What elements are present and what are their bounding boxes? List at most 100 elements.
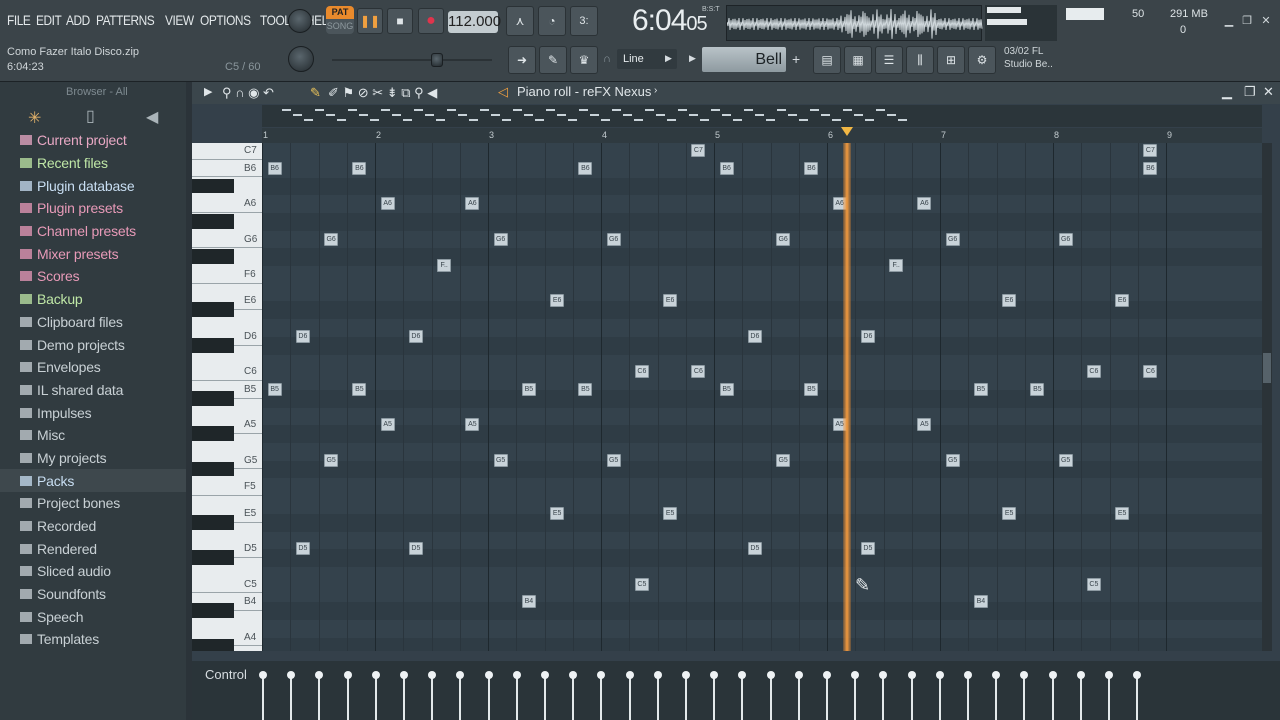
- pause-button[interactable]: ❚❚: [357, 8, 383, 34]
- menu-add[interactable]: ADD: [66, 12, 90, 28]
- note[interactable]: A6: [465, 197, 480, 211]
- browser-item[interactable]: Recent files: [0, 152, 186, 175]
- note[interactable]: C6: [634, 365, 649, 379]
- star-icon[interactable]: ✳: [28, 108, 41, 128]
- velocity-stalk[interactable]: [879, 671, 888, 720]
- browser-item[interactable]: Packs: [0, 469, 186, 492]
- note[interactable]: E6: [1002, 294, 1017, 308]
- note[interactable]: C5: [634, 577, 649, 591]
- velocity-stalk[interactable]: [710, 671, 719, 720]
- speaker-icon[interactable]: ◁: [498, 84, 508, 100]
- note[interactable]: D6: [860, 329, 875, 343]
- arrow-right-icon[interactable]: ➜: [508, 46, 536, 74]
- channel-rack-icon[interactable]: ☰: [875, 46, 903, 74]
- note[interactable]: B6: [1143, 161, 1158, 175]
- note[interactable]: B5: [804, 382, 819, 396]
- overview-strip[interactable]: [262, 105, 1262, 127]
- note[interactable]: C6: [1143, 365, 1158, 379]
- note[interactable]: B6: [719, 161, 734, 175]
- menu-view[interactable]: VIEW: [165, 12, 194, 28]
- note[interactable]: A6: [917, 197, 932, 211]
- white-key[interactable]: [192, 211, 262, 213]
- close-icon[interactable]: ✕: [1259, 14, 1273, 28]
- note[interactable]: E5: [1115, 506, 1130, 520]
- note[interactable]: B5: [973, 382, 988, 396]
- typing-keyboard-icon[interactable]: ♛: [570, 46, 598, 74]
- velocity-stalk[interactable]: [597, 671, 606, 720]
- browser-item[interactable]: Channel presets: [0, 220, 186, 243]
- note[interactable]: G5: [945, 453, 960, 467]
- menu-arrow-icon[interactable]: ▶: [204, 85, 212, 98]
- browser-item[interactable]: Recorded: [0, 515, 186, 538]
- white-key[interactable]: [192, 282, 262, 284]
- white-key[interactable]: [192, 247, 262, 249]
- tempo-display[interactable]: 112.000: [448, 11, 501, 33]
- browser-item[interactable]: Plugin database: [0, 174, 186, 197]
- note[interactable]: B5: [267, 382, 282, 396]
- note[interactable]: G5: [493, 453, 508, 467]
- close-icon[interactable]: ✕: [1263, 84, 1274, 100]
- browser-item[interactable]: IL shared data: [0, 379, 186, 402]
- velocity-stalk[interactable]: [653, 671, 662, 720]
- note[interactable]: G5: [324, 453, 339, 467]
- note[interactable]: E6: [1115, 294, 1130, 308]
- record-button[interactable]: ●: [418, 8, 444, 34]
- browser-item[interactable]: Soundfonts: [0, 583, 186, 606]
- note[interactable]: D5: [295, 542, 310, 556]
- note[interactable]: G5: [606, 453, 621, 467]
- velocity-stalk[interactable]: [964, 671, 972, 720]
- piano-keyboard[interactable]: C7 B6 A6 G6 F6 E6 D6 C6 B5 A5 G5 F5 E5 D5 C5 B4 A4: [192, 143, 262, 651]
- note[interactable]: G6: [776, 232, 791, 246]
- browser-item[interactable]: Plugin presets: [0, 197, 186, 220]
- velocity-stalk[interactable]: [484, 671, 493, 720]
- note[interactable]: E6: [663, 294, 678, 308]
- velocity-stalk[interactable]: [512, 671, 521, 720]
- note[interactable]: E5: [1002, 506, 1017, 520]
- note[interactable]: A5: [917, 418, 932, 432]
- note[interactable]: E5: [550, 506, 565, 520]
- note[interactable]: D5: [408, 542, 423, 556]
- browser-item[interactable]: Demo projects: [0, 333, 186, 356]
- velocity-stalk[interactable]: [1020, 671, 1029, 720]
- playhead-marker[interactable]: [841, 127, 853, 136]
- minimize-icon[interactable]: ▁: [1222, 14, 1236, 28]
- note[interactable]: G6: [606, 232, 621, 246]
- black-key[interactable]: [192, 302, 234, 318]
- note[interactable]: C6: [691, 365, 706, 379]
- note[interactable]: G6: [945, 232, 960, 246]
- velocity-stalk[interactable]: [738, 671, 747, 720]
- note[interactable]: E6: [550, 294, 565, 308]
- velocity-stalk[interactable]: [400, 671, 408, 720]
- velocity-stalk[interactable]: [766, 671, 775, 720]
- note[interactable]: G5: [1058, 453, 1073, 467]
- master-pitch-knob[interactable]: [288, 46, 314, 72]
- note[interactable]: B5: [578, 382, 593, 396]
- pitch-slider-track[interactable]: [332, 59, 492, 61]
- browser-item[interactable]: My projects: [0, 447, 186, 470]
- white-key[interactable]: [192, 592, 262, 594]
- note[interactable]: D6: [408, 329, 423, 343]
- black-key[interactable]: [192, 426, 234, 442]
- step-edit-icon[interactable]: 3:: [570, 6, 598, 36]
- file-icon[interactable]: ▯: [86, 106, 95, 126]
- pitch-slider-handle[interactable]: [431, 53, 443, 67]
- add-plus-icon[interactable]: +: [792, 51, 800, 67]
- browser-tree-icon[interactable]: ⊞: [937, 46, 965, 74]
- white-key[interactable]: [192, 158, 262, 160]
- velocity-stalk[interactable]: [343, 671, 352, 720]
- note[interactable]: B5: [352, 382, 367, 396]
- browser-item[interactable]: Project bones: [0, 492, 186, 515]
- speaker-icon[interactable]: ◀: [146, 107, 158, 127]
- note[interactable]: D6: [747, 329, 762, 343]
- velocity-stalk[interactable]: [456, 671, 465, 720]
- black-key[interactable]: [192, 603, 234, 619]
- velocity-stalk[interactable]: [1105, 671, 1113, 720]
- velocity-stalk[interactable]: [371, 671, 380, 720]
- playlist-icon[interactable]: ▤: [813, 46, 841, 74]
- note-grid[interactable]: B6B6B6B6B6B6C7C7A6A6A6A6G6G6G6G6G6G6F..F…: [262, 143, 1262, 651]
- velocity-stalk[interactable]: [992, 671, 1001, 720]
- browser-item[interactable]: Mixer presets: [0, 242, 186, 265]
- pencil-icon[interactable]: ✎: [310, 85, 321, 101]
- brush-icon[interactable]: ✎: [539, 46, 567, 74]
- velocity-stalk[interactable]: [794, 671, 803, 720]
